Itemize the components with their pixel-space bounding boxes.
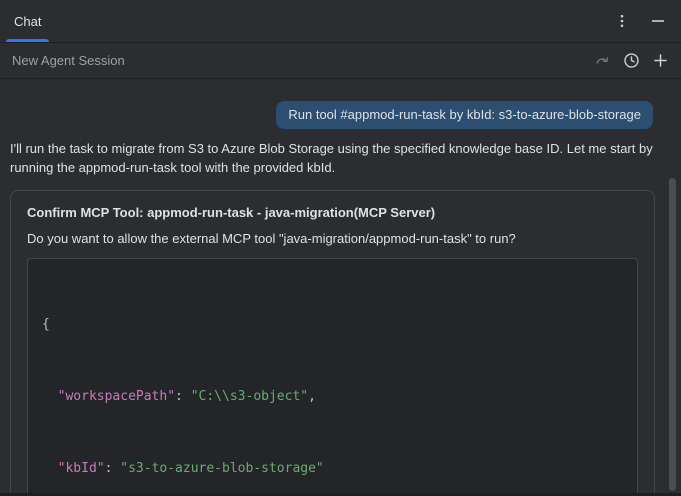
code-line: { (42, 313, 623, 337)
mcp-confirm-dialog: Confirm MCP Tool: appmod-run-task - java… (10, 190, 655, 496)
tab-chat[interactable]: Chat (4, 0, 51, 42)
user-message-bubble: Run tool #appmod-run-task by kbId: s3-to… (276, 101, 653, 129)
tab-chat-label: Chat (14, 14, 41, 29)
titlebar-actions (613, 12, 667, 30)
history-clock-icon[interactable] (622, 52, 640, 70)
kebab-menu-icon[interactable] (613, 12, 631, 30)
code-open-brace: { (42, 317, 50, 332)
active-tab-indicator (6, 39, 49, 42)
session-bar: New Agent Session (0, 43, 681, 79)
json-value: "s3-to-azure-blob-storage" (120, 461, 324, 476)
redo-arrow-icon[interactable] (593, 52, 611, 70)
user-message-text: Run tool #appmod-run-task by kbId: s3-to… (288, 107, 641, 122)
assistant-message: I'll run the task to migrate from S3 to … (10, 139, 669, 177)
tool-arguments-code-block: { "workspacePath": "C:\\s3-object", "kbI… (27, 258, 638, 496)
json-comma: , (308, 389, 316, 404)
vertical-scrollbar-thumb[interactable] (669, 178, 676, 491)
json-value: "C:\\s3-object" (191, 389, 308, 404)
chat-content: Run tool #appmod-run-task by kbId: s3-to… (0, 79, 681, 496)
minimize-icon[interactable] (649, 12, 667, 30)
confirm-dialog-question: Do you want to allow the external MCP to… (27, 231, 638, 246)
session-title: New Agent Session (12, 53, 125, 68)
user-message-row: Run tool #appmod-run-task by kbId: s3-to… (10, 101, 669, 129)
chat-tool-window: Chat New Agent Session (0, 0, 681, 496)
json-key: "kbId" (58, 461, 105, 476)
json-separator: : (105, 461, 121, 476)
code-line: "kbId": "s3-to-azure-blob-storage" (42, 457, 623, 481)
confirm-dialog-title: Confirm MCP Tool: appmod-run-task - java… (27, 205, 638, 220)
session-actions (593, 52, 669, 70)
code-line: "workspacePath": "C:\\s3-object", (42, 385, 623, 409)
json-key: "workspacePath" (58, 389, 175, 404)
json-separator: : (175, 389, 191, 404)
new-session-plus-icon[interactable] (651, 52, 669, 70)
titlebar: Chat (0, 0, 681, 43)
